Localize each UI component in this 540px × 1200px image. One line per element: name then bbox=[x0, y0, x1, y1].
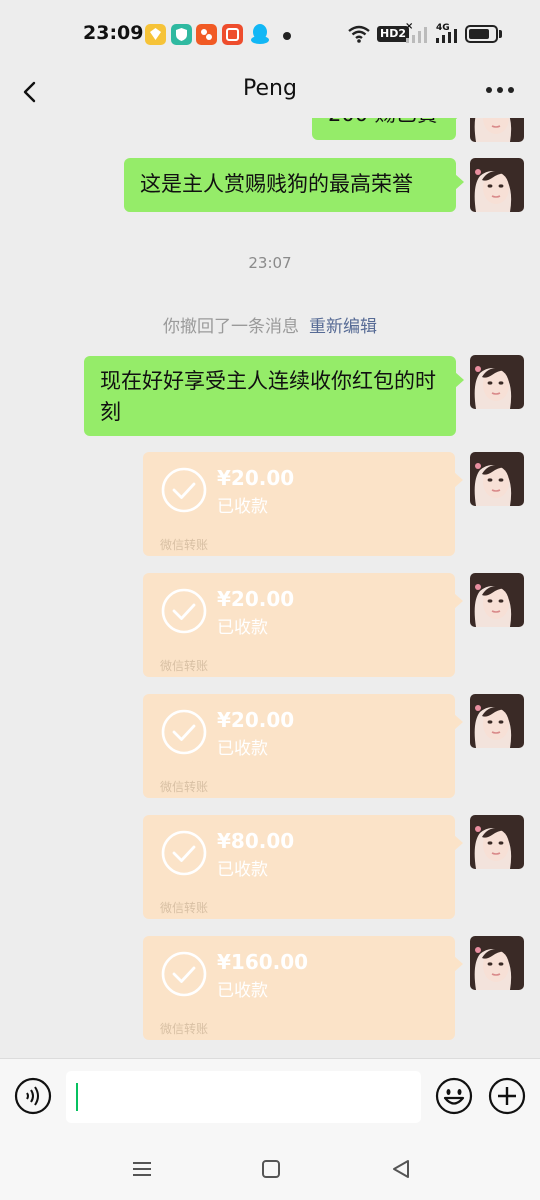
message-text: 现在好好享受主人连续收你红包的时刻 bbox=[100, 369, 436, 424]
more-button[interactable] bbox=[482, 78, 518, 104]
chat-header: Peng bbox=[0, 66, 540, 118]
back-nav-button[interactable] bbox=[386, 1154, 416, 1184]
transfer-status: 已收款 bbox=[217, 497, 268, 517]
transfer-status: 已收款 bbox=[217, 860, 268, 880]
transfer-brand: 微信转账 bbox=[160, 1022, 209, 1036]
message-text: 这是主人赏赐贱狗的最高荣誉 bbox=[140, 172, 413, 196]
status-bar: 23:09 HD2 × 4G bbox=[0, 0, 540, 66]
check-circle-icon bbox=[161, 830, 207, 876]
battery-tip bbox=[499, 30, 502, 38]
transfer-status: 已收款 bbox=[217, 618, 268, 638]
battery-icon bbox=[465, 25, 498, 43]
system-nav-bar bbox=[0, 1136, 540, 1200]
emoji-icon bbox=[435, 1077, 473, 1115]
transfer-card[interactable]: ¥160.00 已收款 微信转账 bbox=[143, 936, 463, 1040]
signal-icon: × bbox=[404, 21, 430, 48]
message-text: 200 赐已賞 bbox=[328, 118, 438, 126]
transfer-brand: 微信转账 bbox=[160, 538, 209, 552]
transfer-amount: ¥160.00 bbox=[217, 950, 309, 974]
home-button[interactable] bbox=[256, 1154, 286, 1184]
plus-button[interactable] bbox=[488, 1077, 526, 1115]
message-bubble[interactable]: 现在好好享受主人连续收你红包的时刻 bbox=[84, 356, 464, 436]
check-circle-icon bbox=[161, 467, 207, 513]
message-input[interactable] bbox=[66, 1071, 421, 1123]
plus-icon bbox=[488, 1077, 526, 1115]
avatar[interactable] bbox=[470, 694, 524, 748]
transfer-brand: 微信转账 bbox=[160, 901, 209, 915]
input-bar bbox=[0, 1058, 540, 1137]
message-bubble[interactable]: 200 赐已賞 bbox=[312, 118, 464, 140]
emoji-button[interactable] bbox=[435, 1077, 473, 1115]
avatar-image bbox=[470, 355, 524, 409]
transfer-status: 已收款 bbox=[217, 981, 268, 1001]
transfer-amount: ¥20.00 bbox=[217, 708, 295, 732]
transfer-amount: ¥20.00 bbox=[217, 466, 295, 490]
status-time: 23:09 bbox=[83, 22, 144, 44]
voice-button[interactable] bbox=[14, 1077, 52, 1115]
avatar-image bbox=[470, 573, 524, 627]
chat-area[interactable]: 200 赐已賞 这是主人赏赐贱狗的最高荣誉 23:07 你撤回了一条消息重新编辑… bbox=[0, 118, 540, 1058]
no-sim-mark: × bbox=[405, 21, 414, 32]
triangle-back-icon bbox=[393, 1160, 409, 1178]
transfer-brand: 微信转账 bbox=[160, 780, 209, 794]
qq-icon bbox=[250, 23, 270, 49]
avatar-image bbox=[470, 694, 524, 748]
check-circle-icon bbox=[161, 588, 207, 634]
timestamp: 23:07 bbox=[248, 254, 292, 272]
transfer-brand: 微信转账 bbox=[160, 659, 209, 673]
recent-apps-button[interactable] bbox=[127, 1154, 157, 1184]
signal-icon bbox=[434, 28, 460, 48]
transfer-card[interactable]: ¥20.00 已收款 微信转账 bbox=[143, 573, 463, 677]
app-notification-icon bbox=[196, 24, 217, 45]
message-bubble[interactable]: 这是主人赏赐贱狗的最高荣誉 bbox=[124, 158, 464, 212]
avatar[interactable] bbox=[470, 355, 524, 409]
more-dots-icon bbox=[486, 87, 492, 93]
avatar[interactable] bbox=[470, 452, 524, 506]
recall-notice: 你撤回了一条消息 重新编辑 bbox=[0, 312, 540, 337]
avatar-image bbox=[470, 452, 524, 506]
check-circle-icon bbox=[161, 951, 207, 997]
recall-text: 你撤回了一条消息 bbox=[163, 317, 299, 337]
menu-lines-icon bbox=[133, 1162, 151, 1176]
app-notification-icon bbox=[145, 24, 166, 45]
square-icon bbox=[262, 1160, 280, 1178]
text-cursor bbox=[76, 1083, 78, 1111]
shield-app-icon bbox=[171, 24, 192, 45]
avatar-image bbox=[470, 815, 524, 869]
transfer-status: 已收款 bbox=[217, 739, 268, 759]
transfer-amount: ¥80.00 bbox=[217, 829, 295, 853]
transfer-card[interactable]: ¥80.00 已收款 微信转账 bbox=[143, 815, 463, 919]
avatar-image bbox=[470, 118, 524, 142]
avatar-image bbox=[470, 158, 524, 212]
transfer-card[interactable]: ¥20.00 已收款 微信转账 bbox=[143, 452, 463, 556]
chat-title: Peng bbox=[243, 76, 297, 101]
avatar[interactable] bbox=[470, 936, 524, 990]
avatar[interactable] bbox=[470, 158, 524, 212]
avatar[interactable] bbox=[470, 815, 524, 869]
transfer-amount: ¥20.00 bbox=[217, 587, 295, 611]
transfer-card[interactable]: ¥20.00 已收款 微信转账 bbox=[143, 694, 463, 798]
app-notification-icon bbox=[222, 24, 243, 45]
avatar[interactable] bbox=[470, 573, 524, 627]
more-notifications-dot bbox=[283, 32, 291, 40]
avatar-image bbox=[470, 936, 524, 990]
voice-icon bbox=[14, 1077, 52, 1115]
re-edit-link[interactable]: 重新编辑 bbox=[309, 317, 377, 337]
wifi-icon bbox=[347, 24, 371, 48]
avatar[interactable] bbox=[470, 118, 524, 142]
check-circle-icon bbox=[161, 709, 207, 755]
